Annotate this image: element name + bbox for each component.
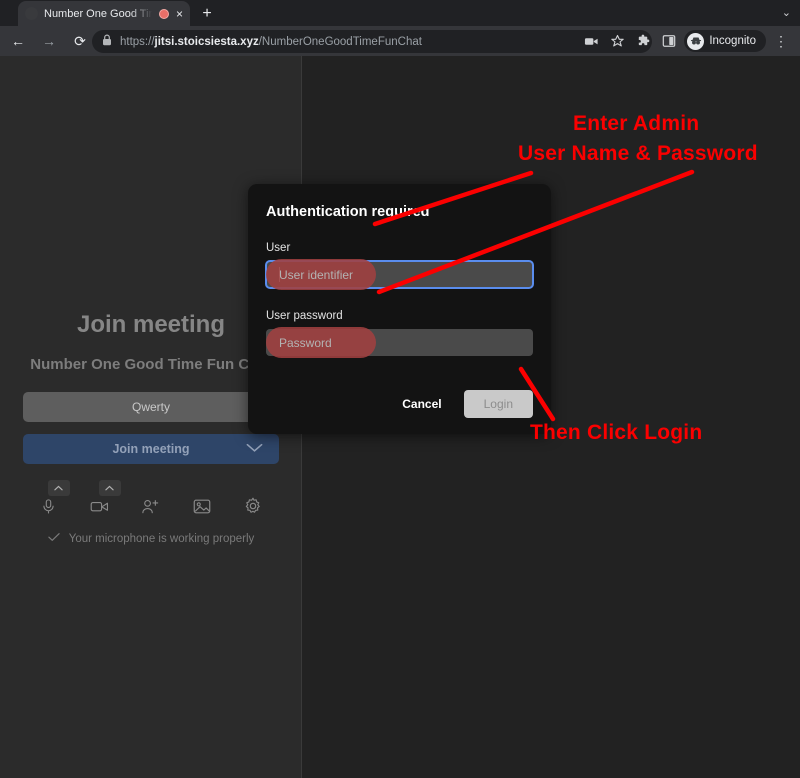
chevron-down-icon[interactable] — [246, 442, 263, 456]
lock-icon — [102, 34, 112, 49]
url-host: jitsi.stoicsiesta.xyz — [155, 36, 259, 48]
browser-toolbar: ← → ⟳ https:// jitsi.stoicsiesta.xyz /Nu… — [0, 26, 800, 56]
user-password-input[interactable]: Password — [266, 329, 533, 356]
password-input-placeholder: Password — [279, 336, 332, 350]
url-path: /NumberOneGoodTimeFunChat — [259, 36, 422, 48]
new-tab-button[interactable]: + — [197, 4, 217, 24]
invite-people-icon[interactable] — [134, 489, 168, 523]
reload-button[interactable]: ⟳ — [67, 28, 93, 54]
incognito-badge[interactable]: Incognito — [684, 30, 766, 52]
incognito-label: Incognito — [709, 35, 756, 47]
chevron-down-icon[interactable]: ⌄ — [782, 6, 791, 19]
join-meeting-button[interactable]: Join meeting — [23, 434, 279, 464]
password-field-label: User password — [266, 310, 533, 322]
url-scheme: https:// — [120, 36, 155, 48]
microphone-status: Your microphone is working properly — [0, 532, 302, 545]
close-icon[interactable]: × — [176, 8, 183, 20]
checkmark-icon — [48, 532, 60, 545]
recording-dot-icon — [159, 9, 169, 19]
dialog-actions: Cancel Login — [394, 390, 533, 418]
microphone-status-label: Your microphone is working properly — [69, 533, 255, 545]
screenshot-root: Number One Good Time Fun Chat × + ⌄ ← → … — [0, 0, 800, 778]
chevron-up-icon[interactable] — [48, 480, 70, 496]
toolbar-icon-group: Incognito ⋮ — [578, 26, 794, 56]
authentication-dialog: Authentication required User User identi… — [248, 184, 551, 434]
dialog-title: Authentication required — [266, 204, 533, 220]
microphone-icon[interactable] — [32, 489, 66, 523]
camera-icon[interactable] — [83, 489, 117, 523]
tab-strip: Number One Good Time Fun Chat × + ⌄ — [0, 0, 800, 26]
prejoin-icon-row — [23, 486, 279, 526]
cancel-button[interactable]: Cancel — [394, 391, 449, 417]
browser-tab[interactable]: Number One Good Time Fun Chat × — [18, 1, 190, 26]
login-button[interactable]: Login — [464, 390, 533, 418]
side-panel-icon[interactable] — [656, 28, 682, 54]
chevron-up-icon[interactable] — [99, 480, 121, 496]
join-meeting-label: Join meeting — [112, 442, 189, 456]
annotation-then-click-login: Then Click Login — [530, 421, 702, 445]
bookmark-star-icon[interactable] — [604, 28, 630, 54]
browser-menu-button[interactable]: ⋮ — [768, 28, 794, 54]
video-camera-icon[interactable] — [578, 28, 604, 54]
extensions-puzzle-icon[interactable] — [630, 28, 656, 54]
virtual-background-icon[interactable] — [185, 489, 219, 523]
annotation-enter-admin: Enter Admin — [573, 112, 699, 136]
incognito-spy-icon — [687, 33, 704, 50]
user-identifier-input[interactable]: User identifier — [266, 261, 533, 288]
address-bar[interactable]: https:// jitsi.stoicsiesta.xyz /NumberOn… — [92, 30, 652, 53]
globe-placeholder-icon — [25, 7, 38, 20]
tab-title: Number One Good Time Fun Chat — [44, 8, 157, 20]
forward-button[interactable]: → — [36, 28, 62, 54]
user-field-label: User — [266, 242, 533, 254]
annotation-user-name-password: User Name & Password — [518, 142, 758, 166]
back-button[interactable]: ← — [5, 28, 31, 54]
display-name-input[interactable]: Qwerty — [23, 392, 279, 422]
settings-gear-icon[interactable] — [236, 489, 270, 523]
user-input-placeholder: User identifier — [279, 268, 353, 282]
